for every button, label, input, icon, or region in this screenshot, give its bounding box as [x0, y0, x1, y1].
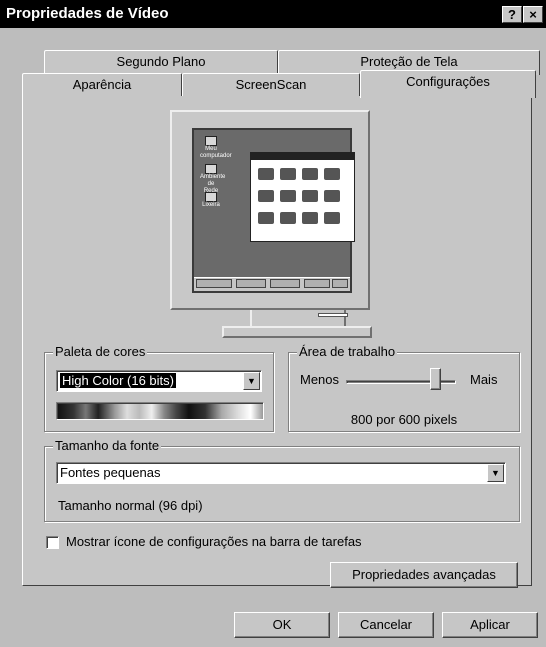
close-button[interactable]: × — [523, 6, 543, 23]
help-button[interactable]: ? — [502, 6, 522, 23]
preview-tray — [332, 279, 348, 288]
computer-icon — [205, 136, 217, 146]
network-icon — [205, 164, 217, 174]
desktop-icon-network: Ambiente de Rede — [200, 164, 226, 195]
preview-folder-icon — [302, 190, 318, 202]
palette-group: Paleta de cores — [44, 344, 274, 432]
preview-folder-icon — [302, 212, 318, 224]
font-size-legend: Tamanho da fonte — [53, 438, 162, 454]
preview-task-item — [270, 279, 300, 288]
palette-select[interactable]: High Color (16 bits) ▼ — [56, 370, 262, 392]
tab-screenscan[interactable]: ScreenScan — [182, 73, 360, 98]
preview-folder-icon — [302, 168, 318, 180]
apply-button[interactable]: Aplicar — [442, 612, 538, 638]
tab-aparencia[interactable]: Aparência — [22, 73, 182, 98]
preview-folder-icon — [280, 212, 296, 224]
window-title: Propriedades de Vídeo — [6, 5, 169, 22]
palette-color-strip — [56, 402, 264, 420]
font-size-description: Tamanho normal (96 dpi) — [58, 498, 203, 513]
preview-start-button — [196, 279, 232, 288]
desktop-icon-label: Lixeira — [202, 202, 220, 208]
preview-folder-icon — [324, 212, 340, 224]
tab-configuracoes[interactable]: Configurações — [360, 70, 536, 98]
preview-task-item — [236, 279, 266, 288]
preview-folder-icon — [324, 190, 340, 202]
slider-min-label: Menos — [300, 372, 340, 387]
preview-folder-icon — [258, 190, 274, 202]
preview-folder-icon — [324, 168, 340, 180]
palette-selected-value: High Color (16 bits) — [60, 373, 176, 388]
desktop-icon-my-computer: Meu computador — [200, 136, 232, 160]
taskbar-icon-checkbox[interactable] — [46, 536, 59, 549]
tab-segundo-plano[interactable]: Segundo Plano — [44, 50, 278, 75]
chevron-down-icon[interactable]: ▼ — [243, 372, 260, 390]
advanced-properties-button[interactable]: Propriedades avançadas — [330, 562, 518, 588]
cancel-button[interactable]: Cancelar — [338, 612, 434, 638]
resolution-value: 800 por 600 pixels — [350, 412, 458, 427]
preview-window-titlebar — [251, 153, 354, 160]
monitor-base — [222, 326, 372, 338]
preview-folder-icon — [280, 190, 296, 202]
desktop-area-legend: Área de trabalho — [297, 344, 398, 360]
preview-folder-icon — [258, 212, 274, 224]
preview-task-item — [304, 279, 330, 288]
desktop-icon-recycle-bin: Lixeira — [200, 192, 222, 209]
taskbar-icon-checkbox-label[interactable]: Mostrar ícone de configurações na barra … — [66, 534, 362, 549]
ok-button[interactable]: OK — [234, 612, 330, 638]
desktop-icon-label: Ambiente de Rede — [200, 174, 226, 194]
chevron-down-icon[interactable]: ▼ — [487, 464, 504, 482]
font-size-selected-value: Fontes pequenas — [60, 465, 161, 480]
preview-folder-icon — [258, 168, 274, 180]
palette-legend: Paleta de cores — [53, 344, 148, 360]
monitor-power-slot — [318, 313, 348, 317]
slider-max-label: Mais — [470, 372, 498, 387]
preview-folder-icon — [280, 168, 296, 180]
font-size-select[interactable]: Fontes pequenas ▼ — [56, 462, 506, 484]
resolution-slider-thumb[interactable] — [430, 368, 441, 390]
recycle-bin-icon — [205, 192, 217, 202]
